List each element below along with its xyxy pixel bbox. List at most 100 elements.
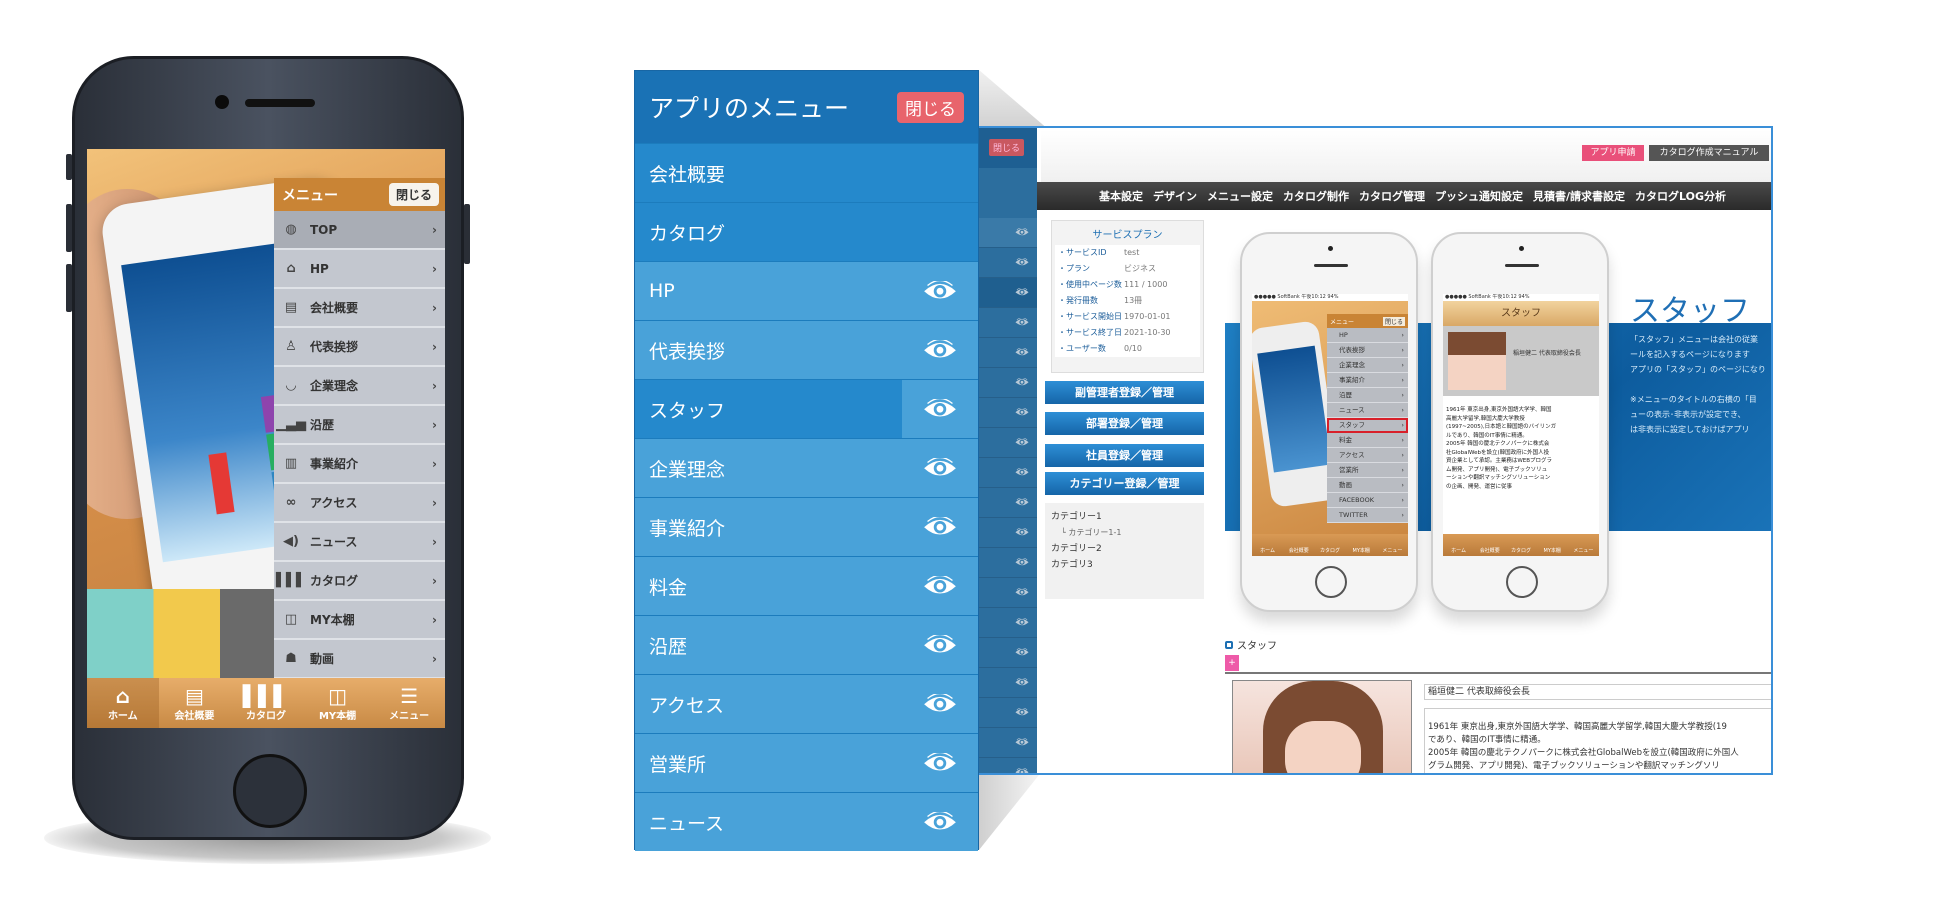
category-item[interactable]: └ カテゴリー1-1 — [1051, 525, 1198, 541]
plan-key: ・ユーザー数 — [1058, 344, 1106, 353]
strip-eye-toggle[interactable] — [979, 758, 1037, 773]
phone-menu-item[interactable]: ▤ 会社概要 › — [274, 289, 445, 328]
app-menu-item[interactable]: アクセス — [635, 674, 978, 733]
sidebar-manage-button[interactable]: 社員登録／管理 — [1045, 444, 1204, 467]
phone-tab[interactable]: ▤ 会社概要 — [159, 678, 231, 728]
staff-photo[interactable] — [1232, 680, 1412, 773]
app-apply-button[interactable]: アプリ申請 — [1582, 145, 1644, 161]
eye-visibility-toggle-icon[interactable] — [902, 616, 978, 674]
phone-menu-item[interactable]: ▌▌▌ カタログ › — [274, 562, 445, 601]
strip-eye-toggle[interactable] — [979, 578, 1037, 608]
eye-visibility-toggle-icon[interactable] — [902, 262, 978, 320]
menu-icon: ☰ — [400, 683, 419, 708]
phone-tab-label: 会社概要 — [174, 710, 215, 722]
phone-menu-item[interactable]: ⌂ HP › — [274, 250, 445, 289]
phone-menu-item[interactable]: ▁▃▅ 沿歴 › — [274, 406, 445, 445]
catalog-manual-button[interactable]: カタログ作成マニュアル — [1649, 145, 1769, 161]
phone-menu-item[interactable]: ♙ 代表挨拶 › — [274, 328, 445, 367]
sidebar-manage-button[interactable]: 副管理者登録／管理 — [1045, 381, 1204, 404]
admin-nav-item[interactable]: メニュー設定 — [1207, 188, 1273, 204]
strip-eye-toggle[interactable] — [979, 608, 1037, 638]
app-menu-item[interactable]: 沿歴 — [635, 615, 978, 674]
strip-eye-toggle[interactable] — [979, 308, 1037, 338]
strip-eye-toggle[interactable] — [979, 218, 1037, 248]
app-menu-item[interactable]: カタログ — [635, 202, 978, 261]
eye-visibility-toggle-icon[interactable] — [902, 439, 978, 497]
mockup-staff-title: スタッフ — [1443, 301, 1599, 326]
mockup-bio-line: 社GlobalWebを設立(韓国政府に外国人投 — [1446, 449, 1550, 456]
phone-tab[interactable]: ◫ MY本棚 — [302, 678, 374, 728]
feature-description-line: は非表示に設定しておけばアプリ — [1630, 425, 1750, 434]
strip-eye-toggle[interactable] — [979, 278, 1037, 308]
chevron-right-icon: › — [432, 300, 437, 315]
strip-close-button[interactable]: 閉じる — [989, 139, 1025, 156]
sidebar-manage-button[interactable]: 部署登録／管理 — [1045, 412, 1204, 435]
strip-eye-toggle[interactable] — [979, 638, 1037, 668]
phone-menu-item[interactable]: ◍ TOP › — [274, 211, 445, 250]
app-menu-item[interactable]: 会社概要 — [635, 143, 978, 202]
app-menu-item[interactable]: 営業所 — [635, 733, 978, 792]
app-menu-panel: アプリのメニュー 閉じる 会社概要 カタログ HP 代表挨拶 スタッフ 企業理念 事業紹介料… — [634, 70, 979, 851]
admin-nav-item[interactable]: カタログ制作 — [1283, 188, 1349, 204]
plan-value: 0/10 — [1124, 344, 1142, 353]
app-menu-item-label: 事業紹介 — [649, 517, 726, 540]
app-menu-item[interactable]: スタッフ — [635, 379, 978, 438]
admin-nav-item[interactable]: カタログ管理 — [1359, 188, 1425, 204]
eye-visibility-toggle-icon[interactable] — [902, 793, 978, 851]
eye-visibility-toggle-icon[interactable] — [902, 321, 978, 379]
sidebar-manage-button[interactable]: カテゴリー登録／管理 — [1045, 472, 1204, 495]
strip-eye-toggle[interactable] — [979, 698, 1037, 728]
eye-visibility-toggle-icon[interactable] — [902, 734, 978, 792]
phone-menu-item[interactable]: ◡ 企業理念 › — [274, 367, 445, 406]
mockup-tab: MY本棚 — [1543, 548, 1561, 554]
category-item[interactable]: カテゴリー2 — [1051, 541, 1198, 557]
app-menu-item[interactable]: 代表挨拶 — [635, 320, 978, 379]
eye-visibility-toggle-icon[interactable] — [902, 557, 978, 615]
app-menu-item[interactable]: 料金 — [635, 556, 978, 615]
eye-visibility-toggle-icon[interactable] — [902, 675, 978, 733]
strip-eye-toggle[interactable] — [979, 398, 1037, 428]
strip-eye-toggle[interactable] — [979, 668, 1037, 698]
strip-eye-toggle[interactable] — [979, 518, 1037, 548]
add-staff-button[interactable]: + — [1225, 655, 1239, 671]
admin-nav-item[interactable]: デザイン — [1153, 188, 1197, 204]
strip-eye-toggle[interactable] — [979, 428, 1037, 458]
phone-menu-item-label: HP — [310, 261, 329, 276]
staff-bio-textarea[interactable]: 1961年 東京出身,東京外国語大学学、韓国高麗大学留学,韓国大慶大学教授(19… — [1424, 708, 1771, 773]
admin-nav-item[interactable]: カタログLOG分析 — [1635, 188, 1726, 204]
staff-name-field[interactable]: 稲垣健二 代表取締役会長 — [1424, 684, 1771, 700]
eye-visibility-toggle-icon[interactable] — [902, 380, 978, 438]
fold-shadow-bottom — [979, 775, 1039, 850]
mockup-home-button — [1315, 566, 1347, 598]
plan-key: ・サービスID — [1058, 248, 1107, 257]
app-menu-item[interactable]: HP — [635, 261, 978, 320]
admin-nav-item[interactable]: プッシュ通知設定 — [1435, 188, 1523, 204]
eye-visibility-toggle-icon[interactable] — [902, 498, 978, 556]
app-menu-item[interactable]: ニュース — [635, 792, 978, 851]
strip-eye-toggle[interactable] — [979, 248, 1037, 278]
phone-menu-item[interactable]: ∞ アクセス › — [274, 484, 445, 523]
phone-tab[interactable]: ☰ メニュー — [373, 678, 445, 728]
phone-tab[interactable]: ⌂ ホーム — [87, 678, 159, 728]
feature-description-line: ※メニューのタイトルの右横の「目 — [1630, 395, 1757, 404]
phone-menu-item[interactable]: ▥ 事業紹介 › — [274, 445, 445, 484]
app-menu-item[interactable]: 事業紹介 — [635, 497, 978, 556]
strip-eye-toggle[interactable] — [979, 728, 1037, 758]
phone-menu-item[interactable]: ☗ 動画 › — [274, 640, 445, 679]
phone-menu-item[interactable]: ◀) ニュース › — [274, 523, 445, 562]
strip-eye-toggle[interactable] — [979, 458, 1037, 488]
strip-eye-toggle[interactable] — [979, 548, 1037, 578]
admin-nav-item[interactable]: 見積書/請求書設定 — [1533, 188, 1625, 204]
admin-nav-item[interactable]: 基本設定 — [1099, 188, 1143, 204]
home-button[interactable] — [233, 754, 307, 828]
phone-tab[interactable]: ▌▌▌ カタログ — [230, 678, 302, 728]
phone-menu-item[interactable]: ◫ MY本棚 › — [274, 601, 445, 640]
app-menu-item[interactable]: 企業理念 — [635, 438, 978, 497]
strip-eye-toggle[interactable] — [979, 488, 1037, 518]
app-menu-close-button[interactable]: 閉じる — [897, 91, 964, 123]
phone-menu-close-button[interactable]: 閉じる — [388, 183, 439, 206]
strip-eye-toggle[interactable] — [979, 368, 1037, 398]
strip-eye-toggle[interactable] — [979, 338, 1037, 368]
category-item[interactable]: カテゴリ3 — [1051, 557, 1198, 573]
category-item[interactable]: カテゴリー1 — [1051, 509, 1198, 525]
